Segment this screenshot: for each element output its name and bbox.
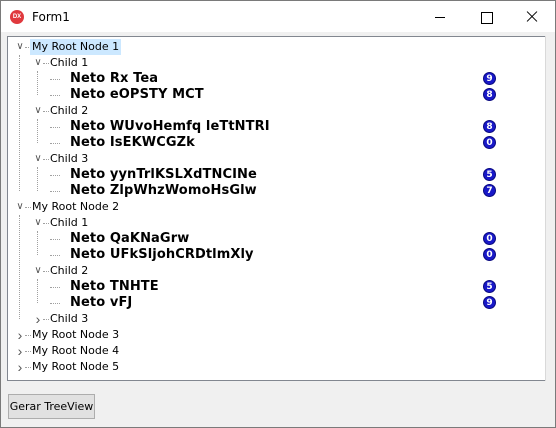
tree-leaf-row[interactable]: Neto IsEKWCGZk 0 xyxy=(8,135,546,151)
app-icon: DX xyxy=(10,10,24,24)
leaf-label: Neto TNHTE xyxy=(70,279,159,294)
tree-leaf-row[interactable]: Neto ZlpWhzWomoHsGlw 7 xyxy=(8,183,546,199)
node-label: My Root Node 5 xyxy=(32,360,120,373)
count-badge: 8 xyxy=(483,88,496,101)
tree-child-node[interactable]: ∨ Child 1 xyxy=(8,55,546,71)
node-label: My Root Node 1 xyxy=(30,39,122,55)
tree-connector-line xyxy=(19,55,20,159)
tree-connector-line xyxy=(37,119,38,143)
tree-root-node[interactable]: › My Root Node 4 xyxy=(8,343,546,359)
count-badge: 0 xyxy=(483,232,496,245)
title-bar[interactable]: DX Form1 xyxy=(1,1,555,32)
close-icon[interactable] xyxy=(509,1,555,32)
leaf-label: Neto yynTrlKSLXdTNCINe xyxy=(70,167,257,182)
tree-leaf-row[interactable]: Neto eOPSTY MCT 8 xyxy=(8,87,546,103)
chevron-right-icon[interactable]: › xyxy=(15,327,25,343)
tree-leaf-row[interactable]: Neto Rx Tea 9 xyxy=(8,71,546,87)
tree-connector-line xyxy=(37,167,38,191)
tree-leaf-row[interactable]: Neto vFJ 9 xyxy=(8,295,546,311)
chevron-right-icon[interactable]: › xyxy=(15,359,25,375)
count-badge: 0 xyxy=(483,136,496,149)
tree-connector-line xyxy=(37,231,38,255)
tree-root-node[interactable]: › My Root Node 5 xyxy=(8,359,546,375)
node-label: Child 2 xyxy=(50,104,89,117)
node-label: Child 2 xyxy=(50,264,89,277)
node-label: Child 3 xyxy=(50,312,89,325)
count-badge: 7 xyxy=(483,184,496,197)
tree-view[interactable]: ∨ My Root Node 1 ∨ Child 1 Neto Rx Tea 9 Neto … xyxy=(7,36,547,381)
leaf-label: Neto WUvoHemfq leTtNTRI xyxy=(70,119,270,134)
tree-leaf-row[interactable]: Neto WUvoHemfq leTtNTRI 8 xyxy=(8,119,546,135)
tree-connector-line xyxy=(19,215,20,319)
node-label: Child 3 xyxy=(50,152,89,165)
leaf-label: Neto eOPSTY MCT xyxy=(70,87,204,102)
tree-root-node[interactable]: › My Root Node 3 xyxy=(8,327,546,343)
chevron-down-icon[interactable]: ∨ xyxy=(33,103,43,119)
window-title: Form1 xyxy=(32,10,70,24)
vertical-scrollbar[interactable] xyxy=(545,36,555,381)
resize-grip-icon[interactable] xyxy=(543,415,553,425)
node-label: My Root Node 3 xyxy=(32,328,120,341)
count-badge: 0 xyxy=(483,248,496,261)
tree-child-node[interactable]: › Child 3 xyxy=(8,311,546,327)
tree-root-node[interactable]: ∨ My Root Node 1 xyxy=(8,39,546,55)
leaf-label: Neto UFkSljohCRDtlmXly xyxy=(70,247,254,262)
minimize-icon[interactable] xyxy=(417,1,463,32)
chevron-down-icon[interactable]: ∨ xyxy=(15,199,25,215)
tree-leaf-row[interactable]: Neto QaKNaGrw 0 xyxy=(8,231,546,247)
leaf-label: Neto QaKNaGrw xyxy=(70,231,190,246)
node-label: Child 1 xyxy=(50,216,89,229)
chevron-right-icon[interactable]: › xyxy=(15,343,25,359)
leaf-label: Neto vFJ xyxy=(70,295,133,310)
chevron-down-icon[interactable]: ∨ xyxy=(33,215,43,231)
tree-child-node[interactable]: ∨ Child 2 xyxy=(8,103,546,119)
count-badge: 8 xyxy=(483,120,496,133)
tree-connector-line xyxy=(37,279,38,303)
tree-root-node[interactable]: ∨ My Root Node 2 xyxy=(8,199,546,215)
chevron-down-icon[interactable]: ∨ xyxy=(15,39,25,55)
leaf-label: Neto IsEKWCGZk xyxy=(70,135,195,150)
count-badge: 5 xyxy=(483,280,496,293)
leaf-label: Neto Rx Tea xyxy=(70,71,159,86)
count-badge: 9 xyxy=(483,72,496,85)
generate-treeview-button[interactable]: Gerar TreeView xyxy=(8,394,95,419)
tree-leaf-row[interactable]: Neto yynTrlKSLXdTNCINe 5 xyxy=(8,167,546,183)
chevron-down-icon[interactable]: ∨ xyxy=(33,55,43,71)
chevron-down-icon[interactable]: ∨ xyxy=(33,263,43,279)
node-label: My Root Node 2 xyxy=(32,200,120,213)
node-label: My Root Node 4 xyxy=(32,344,120,357)
count-badge: 9 xyxy=(483,296,496,309)
tree-child-node[interactable]: ∨ Child 3 xyxy=(8,151,546,167)
chevron-down-icon[interactable]: ∨ xyxy=(33,151,43,167)
leaf-label: Neto ZlpWhzWomoHsGlw xyxy=(70,183,257,198)
tree-child-node[interactable]: ∨ Child 1 xyxy=(8,215,546,231)
tree-leaf-row[interactable]: Neto TNHTE 5 xyxy=(8,279,546,295)
tree-leaf-row[interactable]: Neto UFkSljohCRDtlmXly 0 xyxy=(8,247,546,263)
node-label: Child 1 xyxy=(50,56,89,69)
maximize-icon[interactable] xyxy=(463,1,509,32)
count-badge: 5 xyxy=(483,168,496,181)
tree-child-node[interactable]: ∨ Child 2 xyxy=(8,263,546,279)
tree-connector-line xyxy=(37,71,38,95)
chevron-right-icon[interactable]: › xyxy=(33,311,43,327)
